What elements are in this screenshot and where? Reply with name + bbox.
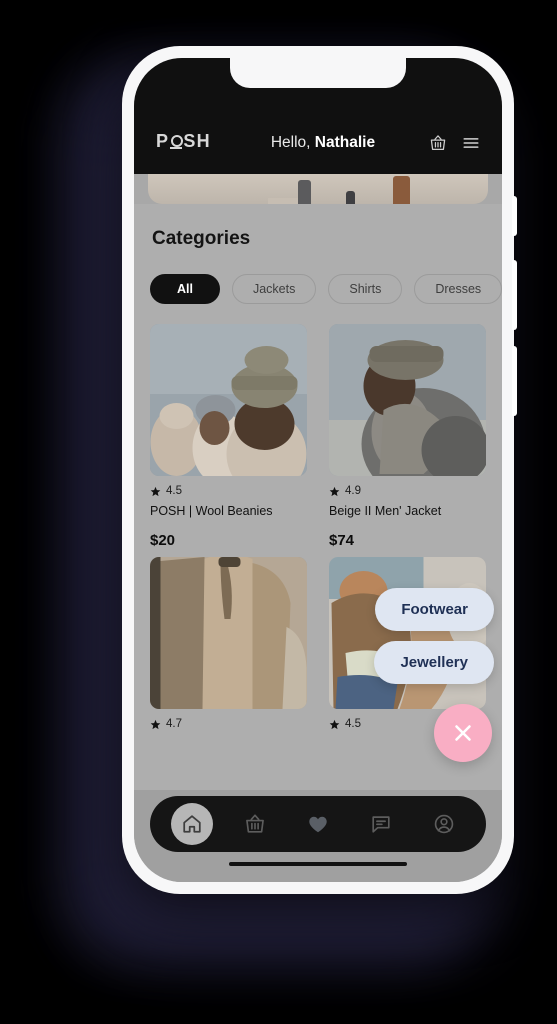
floating-category-pills: Footwear Jewellery <box>374 588 494 684</box>
category-chip-jackets[interactable]: Jackets <box>231 274 317 304</box>
hero-figure-2 <box>346 191 355 204</box>
product-name: POSH | Wool Beanies <box>150 504 273 518</box>
app-logo[interactable]: P SH <box>156 131 211 152</box>
phone-notch <box>230 58 406 88</box>
product-image-beanies[interactable] <box>150 324 307 476</box>
nav-item-messages[interactable] <box>360 803 402 845</box>
o-underline-mark-icon <box>170 135 184 149</box>
product-rating-value: 4.7 <box>166 718 182 730</box>
nav-item-profile[interactable] <box>423 803 465 845</box>
star-icon <box>150 719 161 729</box>
category-chip-row: All Jackets Shirts Dresses <box>148 274 502 304</box>
hero-figure-3 <box>393 176 410 204</box>
chat-icon <box>372 816 390 833</box>
star-icon <box>329 486 340 496</box>
logo-text-suffix: SH <box>183 131 211 151</box>
hero-figure-1 <box>298 180 311 204</box>
home-indicator <box>229 862 407 866</box>
header-icon-group <box>429 134 480 152</box>
product-rating: 4.9 <box>329 485 486 497</box>
product-rating: 4.5 <box>150 485 307 497</box>
content-area: Categories All Jackets Shirts Dresses 4.… <box>134 204 502 820</box>
page-title: Categories <box>152 228 251 249</box>
heart-icon <box>309 816 327 833</box>
fab-close-button[interactable] <box>434 704 492 762</box>
product-rating: 4.7 <box>150 718 307 730</box>
product-image-grey-jacket[interactable] <box>329 324 486 476</box>
nav-item-favorites[interactable] <box>297 803 339 845</box>
greeting-text: Hello, Nathalie <box>217 134 429 152</box>
hero-banner-strip[interactable] <box>148 174 488 204</box>
product-price: $20 <box>150 532 176 549</box>
nav-item-home[interactable] <box>170 803 213 845</box>
bottom-navigation <box>150 796 486 852</box>
profile-icon <box>435 814 454 834</box>
basket-icon <box>245 814 264 833</box>
phone-screen: P SH Hello, Nathalie Categories All Jack… <box>134 58 502 882</box>
home-icon <box>182 815 201 833</box>
product-rating-value: 4.5 <box>166 485 182 497</box>
greeting-prefix: Hello, <box>270 134 315 151</box>
close-x-icon <box>455 725 471 741</box>
product-rating-value: 4.9 <box>345 485 361 497</box>
category-chip-dresses[interactable]: Dresses <box>414 274 502 304</box>
product-card[interactable]: 4.7 <box>150 557 307 730</box>
product-card[interactable]: 4.9 Beige II Men' Jacket $74 <box>329 324 486 549</box>
logo-text-prefix: P <box>156 131 170 151</box>
fab-pill-jewellery[interactable]: Jewellery <box>374 641 494 684</box>
star-icon <box>150 486 161 496</box>
bottom-bar-area <box>134 790 502 882</box>
star-icon <box>329 719 340 729</box>
category-chip-shirts[interactable]: Shirts <box>328 274 403 304</box>
phone-side-button-silent[interactable] <box>512 196 517 236</box>
basket-icon[interactable] <box>429 134 447 152</box>
product-card[interactable]: 4.5 POSH | Wool Beanies $20 <box>150 324 307 549</box>
category-chip-all[interactable]: All <box>150 274 220 304</box>
hamburger-menu-icon[interactable] <box>462 134 480 152</box>
phone-side-button-volume-up[interactable] <box>512 260 517 330</box>
greeting-username: Nathalie <box>314 134 376 151</box>
product-rating-value: 4.5 <box>345 718 361 730</box>
screenshot-stage: P SH Hello, Nathalie Categories All Jack… <box>0 0 557 1024</box>
product-price: $74 <box>329 532 355 549</box>
phone-frame: P SH Hello, Nathalie Categories All Jack… <box>122 46 517 894</box>
product-image-beige-jacket[interactable] <box>150 557 307 709</box>
phone-side-button-volume-down[interactable] <box>512 346 517 416</box>
product-name: Beige II Men' Jacket <box>329 504 442 518</box>
fab-pill-footwear[interactable]: Footwear <box>375 588 494 631</box>
nav-item-basket[interactable] <box>234 803 276 845</box>
